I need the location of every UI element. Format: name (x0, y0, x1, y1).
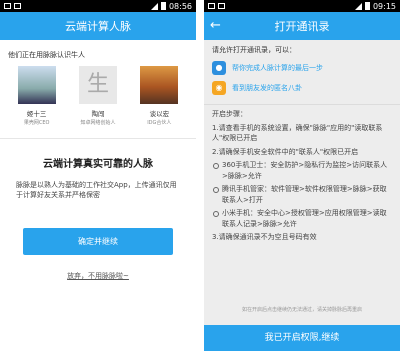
person-name: 姬十三 (26, 110, 47, 118)
notification-icon (208, 3, 215, 9)
confirm-continue-button[interactable]: 确定并继续 (23, 228, 173, 256)
status-bar: 08:56 (0, 0, 196, 12)
avatar: 生 (78, 66, 117, 104)
continue-button[interactable]: 我已开启权限,继续 (204, 325, 400, 351)
person-card: 姬十三 果壳网CEO (11, 66, 63, 126)
notification-icon (14, 3, 21, 9)
signal-icon (150, 2, 158, 10)
battery-icon (364, 2, 370, 10)
divider (204, 104, 400, 105)
step-bullet: 360手机卫士：安全防护>隐私行为监控>访问联系人>脉脉>允许 (212, 160, 392, 181)
subtitle: 他们正在用脉脉认识牛人 (8, 51, 85, 59)
permission-text: 帮你完成人脉计算的最后一步 (232, 64, 323, 72)
permission-item: ◉ 看到朋友发的匿名八卦 (204, 78, 400, 98)
person-role: IDG合伙人 (147, 120, 172, 126)
person-card: 生 陶闯 知卓网络创始人 (72, 66, 124, 126)
description: 脉脉是以熟人为基础的工作社交App，上传通讯仅用于计算好友关系并严格保密 (16, 181, 177, 200)
notification-icon (4, 3, 11, 9)
battery-icon (160, 2, 166, 10)
step-bullet: 小米手机：安全中心>授权管理>应用权限管理>读取联系人记录>脉脉>允许 (212, 208, 392, 229)
mask-icon: ◉ (212, 81, 226, 95)
intro-text: 请允许打开通讯录，可以： (212, 46, 296, 54)
avatar (140, 66, 179, 104)
step-item: 1.请查看手机的系统设置，确保"脉脉"应用的"读取联系人"权限已开启 (212, 123, 383, 143)
people-list: 姬十三 果壳网CEO 生 陶闯 知卓网络创始人 谈以宏 IDG合伙人 (0, 66, 196, 126)
person-icon: ● (212, 61, 226, 75)
page-title: 打开通讯录 (274, 20, 330, 33)
status-bar: 09:15 (204, 0, 400, 12)
notification-icon (218, 3, 225, 9)
person-name: 谈以宏 (149, 110, 170, 118)
give-up-link[interactable]: 放弃，不用脉脉啦~ (0, 271, 196, 281)
status-time: 09:15 (372, 1, 396, 11)
page-title: 云端计算人脉 (65, 20, 131, 33)
signal-icon (354, 2, 362, 10)
person-card: 谈以宏 IDG合伙人 (133, 66, 185, 126)
footnote: 如在开启后点击继续仍无法通过，请关掉脉脉后再重启 (241, 307, 362, 313)
step-item: 2.请确保手机安全软件中的"联系人"权限已开启 (212, 147, 359, 156)
back-arrow-icon[interactable]: ← (210, 18, 221, 33)
right-screen: 09:15 ← 打开通讯录 请允许打开通讯录，可以： ● 帮你完成人脉计算的最后… (204, 0, 400, 351)
person-name: 陶闯 (91, 110, 105, 118)
avatar (17, 66, 56, 104)
person-role: 知卓网络创始人 (80, 120, 116, 126)
left-screen: 08:56 云端计算人脉 他们正在用脉脉认识牛人 姬十三 果壳网CEO 生 陶闯… (0, 0, 196, 351)
headline: 云端计算真实可靠的人脉 (43, 159, 153, 170)
person-role: 果壳网CEO (23, 120, 50, 126)
permission-item: ● 帮你完成人脉计算的最后一步 (204, 58, 400, 78)
title-bar: ← 打开通讯录 (204, 12, 400, 40)
title-bar: 云端计算人脉 (0, 12, 196, 40)
step-bullet: 腾讯手机管家：软件管理>软件权限管理>脉脉>获取联系人>打开 (212, 184, 392, 205)
divider (196, 0, 204, 351)
step-item: 3.请确保通讯录不为空且号码有效 (212, 233, 317, 241)
steps-title: 开启步骤： (212, 110, 247, 118)
steps-list: 开启步骤： 1.请查看手机的系统设置，确保"脉脉"应用的"读取联系人"权限已开启… (204, 109, 400, 243)
divider (0, 138, 196, 139)
status-time: 08:56 (168, 1, 192, 11)
permission-text: 看到朋友发的匿名八卦 (232, 84, 302, 92)
